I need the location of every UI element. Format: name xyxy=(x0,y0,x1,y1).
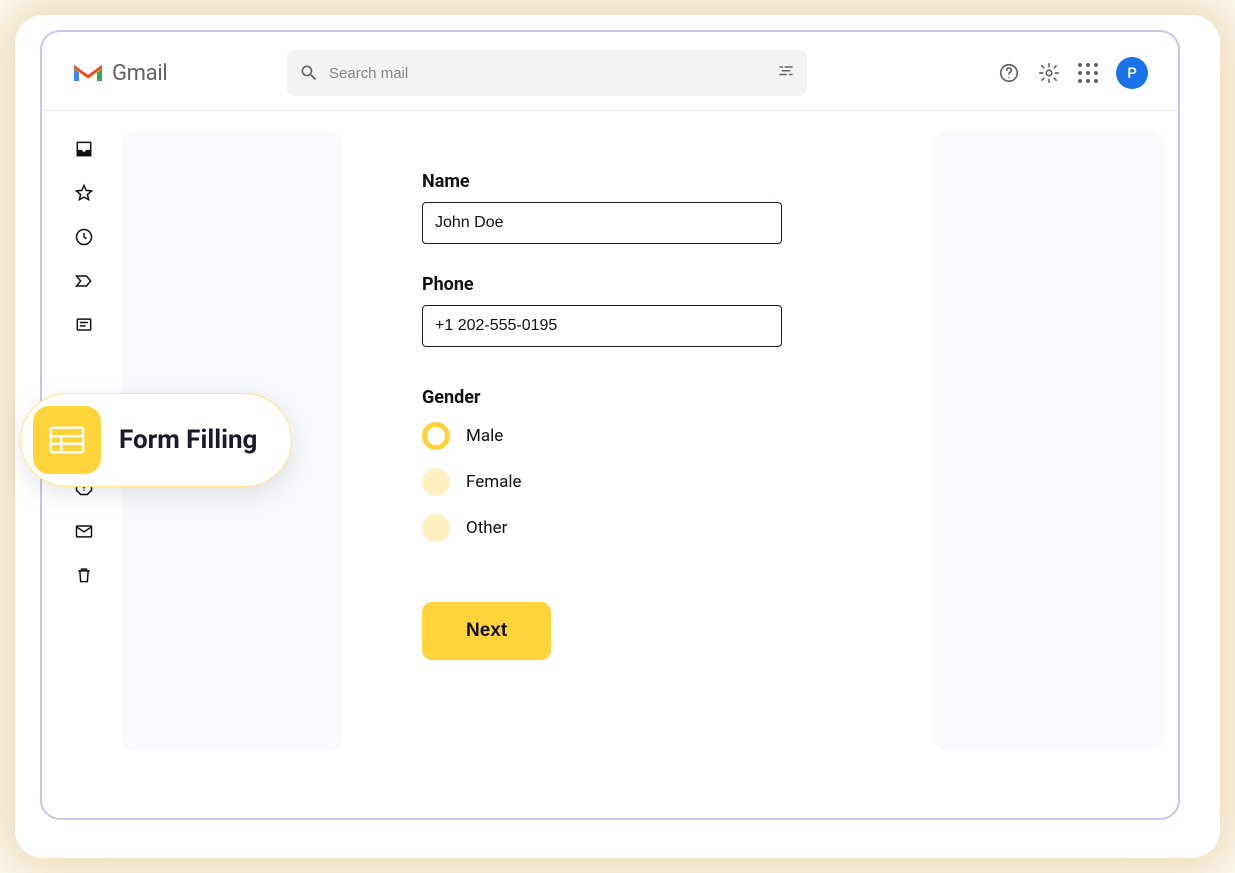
phone-label: Phone xyxy=(422,274,874,295)
nav-snoozed-icon[interactable] xyxy=(74,227,94,247)
radio-label: Male xyxy=(466,426,503,446)
search-icon xyxy=(299,63,319,83)
gmail-logo-icon xyxy=(72,61,104,85)
nav-trash-icon[interactable] xyxy=(74,565,94,585)
radio-option-female[interactable]: Female xyxy=(422,468,874,496)
profile-avatar[interactable]: P xyxy=(1116,57,1148,89)
radio-option-male[interactable]: Male xyxy=(422,422,874,450)
gender-label: Gender xyxy=(422,387,874,408)
phone-input[interactable] xyxy=(422,305,782,347)
field-phone: Phone xyxy=(422,274,874,347)
header-actions: P xyxy=(998,57,1148,89)
logo-group: Gmail xyxy=(72,61,287,86)
main-content: Name Phone Gender Male Female xyxy=(342,131,934,817)
nav-inbox-icon[interactable] xyxy=(74,139,94,159)
product-name: Gmail xyxy=(112,61,167,86)
radio-label: Female xyxy=(466,472,522,492)
help-icon[interactable] xyxy=(998,62,1020,84)
search-bar[interactable] xyxy=(287,50,807,96)
name-label: Name xyxy=(422,171,874,192)
nav-mail-icon[interactable] xyxy=(74,521,94,541)
form-filling-badge: Form Filling xyxy=(20,393,292,487)
radio-option-other[interactable]: Other xyxy=(422,514,874,542)
radio-label: Other xyxy=(466,518,507,538)
search-input[interactable] xyxy=(329,65,767,82)
radio-icon xyxy=(422,468,450,496)
nav-important-icon[interactable] xyxy=(74,271,94,291)
radio-icon xyxy=(422,422,450,450)
field-gender: Gender Male Female Other xyxy=(422,387,874,542)
nav-chats-icon[interactable] xyxy=(74,315,94,335)
form-filling-icon xyxy=(33,406,101,474)
nav-starred-icon[interactable] xyxy=(74,183,94,203)
right-panel xyxy=(934,131,1164,751)
apps-grid-icon[interactable] xyxy=(1078,63,1098,83)
radio-icon xyxy=(422,514,450,542)
header-bar: Gmail P xyxy=(42,32,1178,111)
field-name: Name xyxy=(422,171,874,244)
badge-text: Form Filling xyxy=(119,425,257,455)
search-options-icon[interactable] xyxy=(777,64,795,82)
name-input[interactable] xyxy=(422,202,782,244)
next-button[interactable]: Next xyxy=(422,602,551,660)
settings-gear-icon[interactable] xyxy=(1038,62,1060,84)
